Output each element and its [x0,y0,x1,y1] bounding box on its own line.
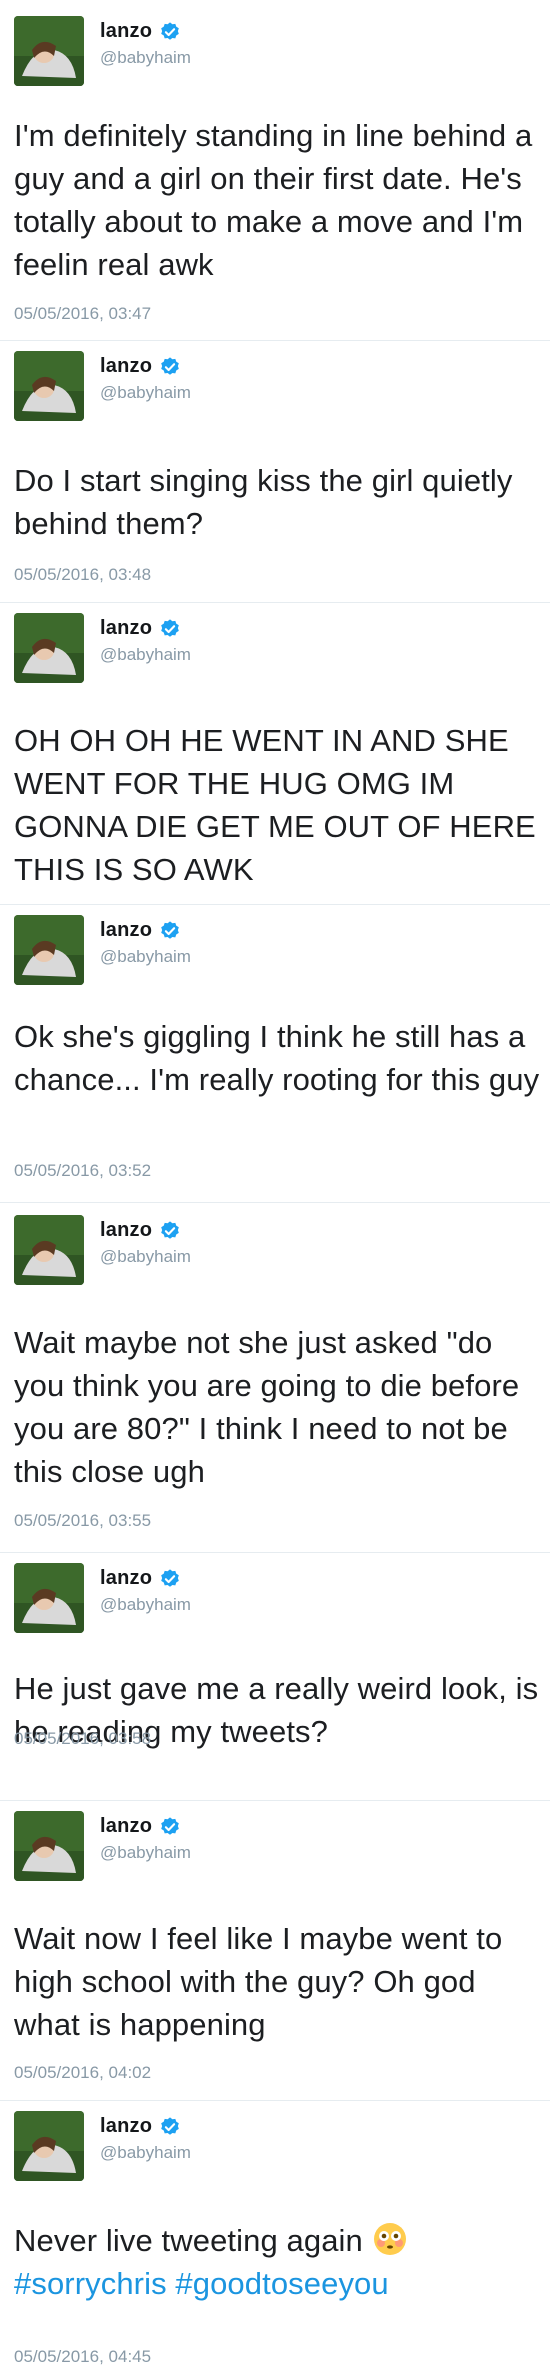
verified-badge-icon [161,618,179,637]
avatar[interactable] [14,16,84,86]
author-name[interactable]: lanzo [100,919,152,942]
avatar[interactable] [14,613,84,683]
author-handle[interactable]: @babyhaim [100,1843,191,1863]
tweet-timestamp[interactable]: 05/05/2016, 04:02 [14,2063,151,2083]
avatar[interactable] [14,1811,84,1881]
tweet-timestamp[interactable]: 05/05/2016, 03:48 [14,565,151,585]
author-handle[interactable]: @babyhaim [100,645,191,665]
author-handle[interactable]: @babyhaim [100,1247,191,1267]
author-handle[interactable]: @babyhaim [100,48,191,68]
tweet-text: Wait now I feel like I maybe went to hig… [14,1921,503,2042]
tweet-text-block: Never live tweeting again #sorrychris #g… [14,2219,540,2305]
author-name[interactable]: lanzo [100,1219,152,1242]
flushed-face-emoji-icon [373,2223,406,2255]
hashtag-link[interactable]: #goodtoseeyou [175,2266,388,2301]
tweet-card[interactable]: lanzo @babyhaim Wait maybe not she just … [0,1202,550,1552]
verified-badge-icon [161,2116,179,2135]
tweet-text: Ok she's giggling I think he still has a… [14,1019,540,1097]
author-handle[interactable]: @babyhaim [100,2143,191,2163]
verified-badge-icon [161,1816,179,1835]
author-name[interactable]: lanzo [100,20,152,43]
tweet-timestamp[interactable]: 05/05/2016, 03:52 [14,1161,151,1181]
verified-badge-icon [161,920,179,939]
tweet-card[interactable]: lanzo @babyhaim He just gave me a really… [0,1552,550,1814]
author-name[interactable]: lanzo [100,1815,152,1838]
avatar[interactable] [14,2111,84,2181]
avatar[interactable] [14,915,84,985]
author-name[interactable]: lanzo [100,2115,152,2138]
author-name[interactable]: lanzo [100,1567,152,1590]
tweet-card[interactable]: lanzo @babyhaim Never live tweeting agai… [0,2100,550,2369]
avatar[interactable] [14,1563,84,1633]
verified-badge-icon [161,1220,179,1239]
tweet-timestamp[interactable]: 05/05/2016, 03:58 [14,1729,151,1749]
verified-badge-icon [161,1568,179,1587]
tweet-timestamp[interactable]: 05/05/2016, 03:55 [14,1511,151,1531]
tweet-card[interactable]: lanzo @babyhaim Ok she's giggling I thin… [0,904,550,1202]
author-handle[interactable]: @babyhaim [100,947,191,967]
tweet-timestamp[interactable]: 05/05/2016, 04:45 [14,2347,151,2367]
tweet-text: Wait maybe not she just asked "do you th… [14,1325,520,1489]
hashtag-link[interactable]: #sorrychris [14,2266,167,2301]
tweet-text: I'm definitely standing in line behind a… [14,118,533,282]
author-name[interactable]: lanzo [100,617,152,640]
tweet-card[interactable]: lanzo @babyhaim Do I start singing kiss … [0,340,550,602]
author-name[interactable]: lanzo [100,355,152,378]
avatar[interactable] [14,351,84,421]
tweet-card[interactable]: lanzo @babyhaim OH OH OH HE WENT IN AND … [0,602,550,904]
verified-badge-icon [161,356,179,375]
verified-badge-icon [161,21,179,40]
avatar[interactable] [14,1215,84,1285]
tweet-text: Do I start singing kiss the girl quietly… [14,463,513,541]
author-handle[interactable]: @babyhaim [100,383,191,403]
tweet-card[interactable]: lanzo @babyhaim Wait now I feel like I m… [0,1800,550,2100]
author-handle[interactable]: @babyhaim [100,1595,191,1615]
tweet-text: Never live tweeting again [14,2223,363,2258]
tweet-text: OH OH OH HE WENT IN AND SHE WENT FOR THE… [14,723,536,887]
tweet-card[interactable]: lanzo @babyhaim I'm definitely standing … [0,0,550,330]
tweet-timestamp[interactable]: 05/05/2016, 03:47 [14,304,151,324]
